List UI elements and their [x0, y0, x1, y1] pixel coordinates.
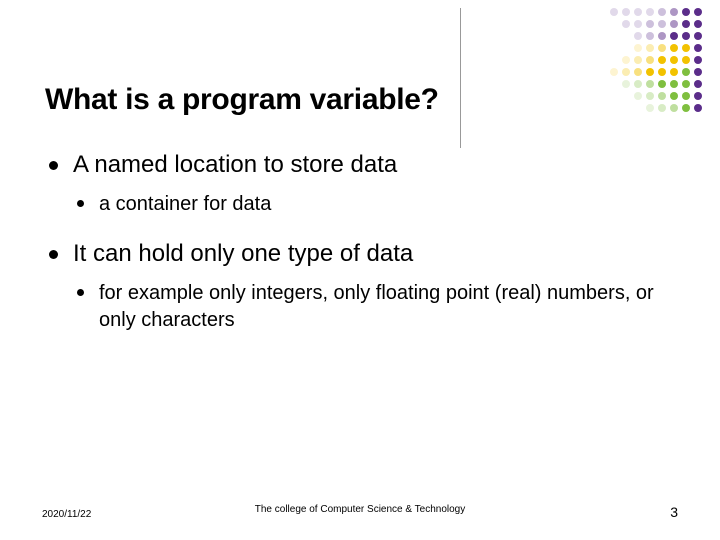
bullet-text: A named location to store data [73, 151, 397, 178]
bullet-level1: A named location to store data a contain… [45, 151, 675, 218]
bullet-text: for example only integers, only floating… [99, 282, 654, 331]
bullet-level1: It can hold only one type of data for ex… [45, 240, 675, 334]
bullet-text: It can hold only one type of data [73, 240, 413, 267]
vertical-rule [460, 8, 461, 148]
footer-org: The college of Computer Science & Techno… [0, 504, 720, 515]
slide: What is a program variable? A named loca… [0, 0, 720, 540]
bullet-text: a container for data [99, 193, 271, 215]
decorative-dot-grid [598, 8, 704, 114]
footer: 2020/11/22 The college of Computer Scien… [0, 504, 720, 520]
bullet-level2: a container for data [73, 191, 675, 218]
slide-title: What is a program variable? [45, 83, 675, 117]
bullet-level2: for example only integers, only floating… [73, 280, 675, 334]
bullet-list: A named location to store data a contain… [45, 151, 675, 334]
